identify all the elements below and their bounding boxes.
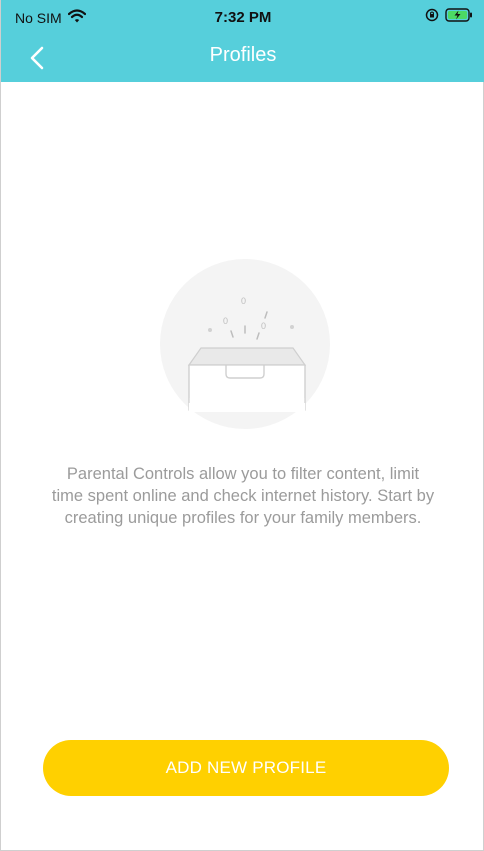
battery-charging-icon [445,8,473,25]
empty-drawer-icon: 0 0 0 [159,258,331,430]
status-time: 7:32 PM [214,9,272,26]
svg-text:0: 0 [223,316,228,326]
status-right [425,8,473,25]
add-new-profile-button[interactable]: ADD NEW PROFILE [43,740,449,796]
svg-text:0: 0 [241,296,246,306]
empty-state-description: Parental Controls allow you to filter co… [51,465,435,527]
svg-text:0: 0 [261,321,266,331]
status-bar: No SIM 7:32 PM [1,0,484,34]
top-bar: No SIM 7:32 PM Profiles [1,0,484,82]
profiles-screen: No SIM 7:32 PM Profiles 0 0 0 Parental C… [0,0,484,851]
page-title: Profiles [209,44,277,66]
orientation-lock-icon [425,8,439,25]
navigation-bar: Profiles [1,34,484,82]
